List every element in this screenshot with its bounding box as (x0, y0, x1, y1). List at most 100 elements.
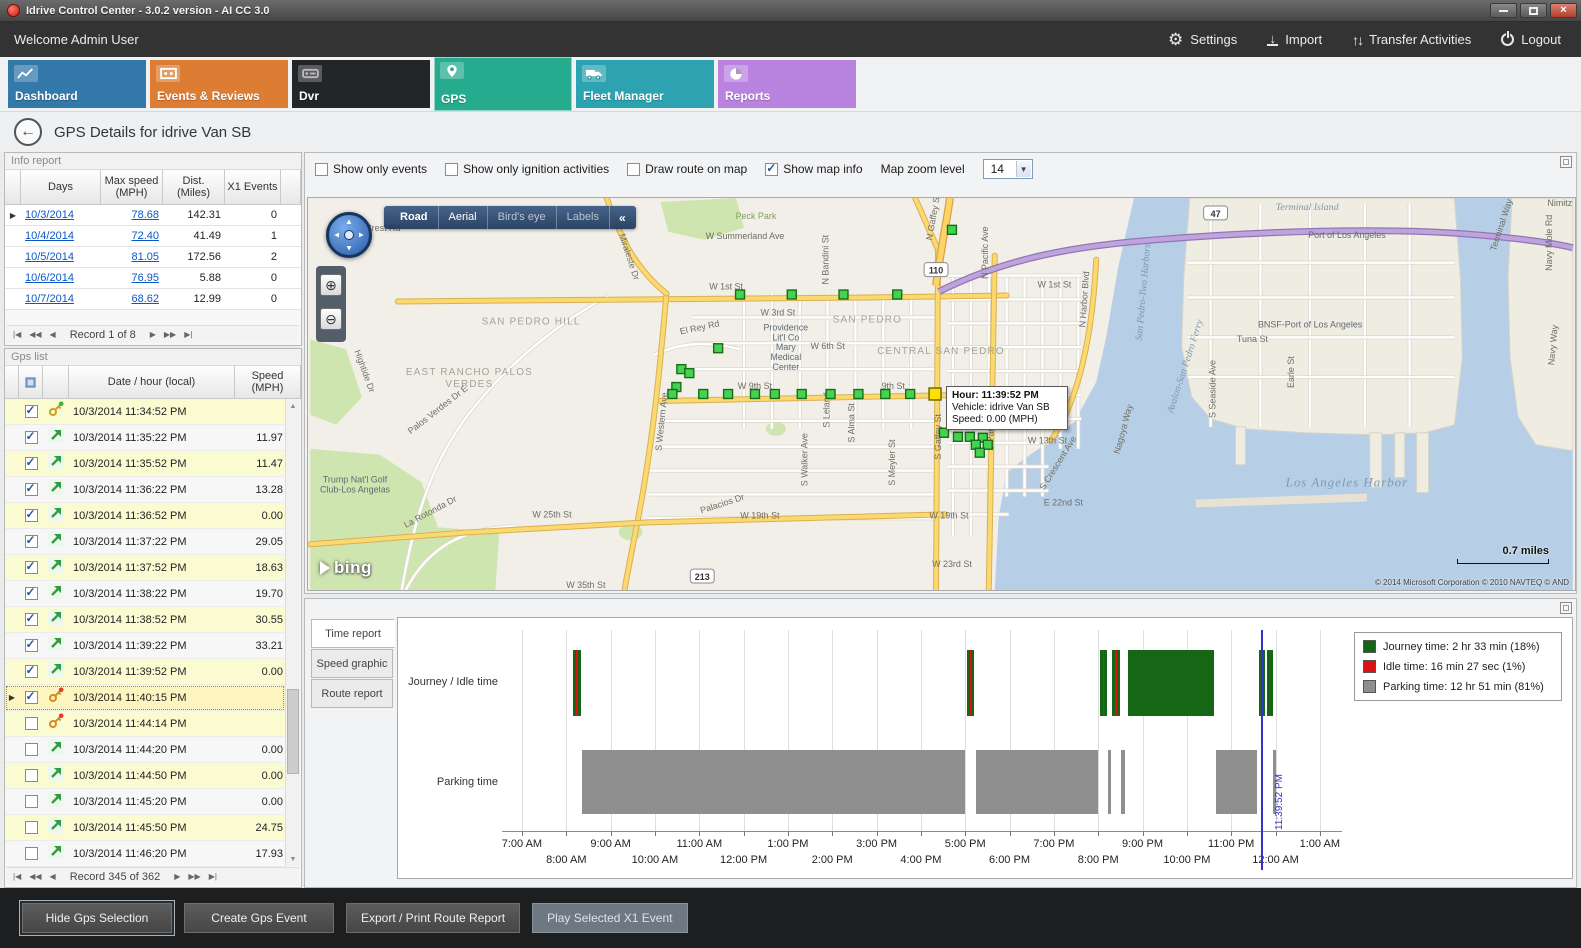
pan-west-icon[interactable]: ▲ (333, 231, 341, 239)
row-checkbox[interactable] (25, 691, 38, 704)
route-marker[interactable] (668, 390, 677, 399)
row-checkbox[interactable] (25, 639, 38, 652)
checkbox[interactable] (627, 163, 640, 176)
tab-route-report[interactable]: Route report (311, 679, 393, 708)
map[interactable]: Crest RdPeck ParkW Summerland AveMirales… (307, 197, 1576, 591)
gps-row[interactable]: 10/3/2014 11:44:14 PM (5, 711, 285, 737)
nav-tab-dashboard[interactable]: Dashboard (8, 60, 146, 108)
prev-page-button[interactable]: ◀ (48, 330, 58, 339)
row-checkbox[interactable] (25, 769, 38, 782)
info-report-row[interactable]: 10/3/201478.68142.310 (5, 205, 301, 226)
nav-tab-events-reviews[interactable]: Events & Reviews (150, 60, 288, 108)
menubar-action-import[interactable]: ↓Import (1267, 32, 1322, 47)
day-link[interactable]: 10/4/2014 (25, 230, 74, 242)
pan-south-icon[interactable]: ▲ (345, 244, 353, 252)
route-marker[interactable] (826, 390, 835, 399)
row-checkbox[interactable] (25, 847, 38, 860)
prev-group-button[interactable]: ◀◀ (27, 330, 43, 339)
gps-list-scrollbar[interactable]: ▲ ▼ (285, 399, 300, 866)
info-report-row[interactable]: 10/5/201481.05172.562 (5, 247, 301, 268)
row-checkbox[interactable] (25, 431, 38, 444)
nav-tab-dvr[interactable]: Dvr (292, 60, 430, 108)
nav-tab-reports[interactable]: Reports (718, 60, 856, 108)
route-marker[interactable] (881, 390, 890, 399)
last-page-button[interactable]: ▶| (207, 872, 219, 881)
next-page-button[interactable]: ▶ (148, 330, 158, 339)
gps-row[interactable]: 10/3/2014 11:38:22 PM19.70 (5, 581, 285, 607)
route-marker[interactable] (953, 432, 962, 441)
prev-group-button[interactable]: ◀◀ (27, 872, 43, 881)
map-zoom-level-select[interactable]: 14▼ (983, 159, 1033, 179)
map-mode-labels[interactable]: Labels (557, 206, 610, 229)
gps-row[interactable]: 10/3/2014 11:44:20 PM0.00 (5, 737, 285, 763)
maximize-button[interactable] (1520, 3, 1547, 18)
day-link[interactable]: 10/7/2014 (25, 293, 74, 305)
row-checkbox[interactable] (25, 509, 38, 522)
route-marker[interactable] (699, 390, 708, 399)
map-mode-aerial[interactable]: Aerial (439, 206, 488, 229)
scroll-up-icon[interactable]: ▲ (286, 399, 300, 413)
map-option-show-map-info[interactable]: Show map info (765, 162, 862, 176)
checkbox[interactable] (315, 163, 328, 176)
row-checkbox[interactable] (25, 535, 38, 548)
back-button[interactable]: ← (14, 118, 42, 146)
max-speed-link[interactable]: 76.95 (131, 272, 159, 284)
row-checkbox[interactable] (25, 405, 38, 418)
max-speed-link[interactable]: 78.68 (131, 209, 159, 221)
max-speed-link[interactable]: 68.62 (131, 293, 159, 305)
row-checkbox[interactable] (25, 483, 38, 496)
first-page-button[interactable]: |◀ (11, 872, 23, 881)
day-link[interactable]: 10/6/2014 (25, 272, 74, 284)
route-marker[interactable] (736, 290, 745, 299)
hide-gps-selection-button[interactable]: Hide Gps Selection (22, 903, 172, 933)
row-checkbox[interactable] (25, 613, 38, 626)
row-checkbox[interactable] (25, 717, 38, 730)
gps-row[interactable]: 10/3/2014 11:39:52 PM0.00 (5, 659, 285, 685)
close-button[interactable]: × (1550, 3, 1577, 18)
route-marker[interactable] (906, 390, 915, 399)
nav-tab-fleet-manager[interactable]: Fleet Manager (576, 60, 714, 108)
gps-row[interactable]: 10/3/2014 11:45:20 PM0.00 (5, 789, 285, 815)
gps-row[interactable]: 10/3/2014 11:38:52 PM30.55 (5, 607, 285, 633)
route-marker[interactable] (947, 225, 956, 234)
map-mode-bird-s-eye[interactable]: Bird's eye (488, 206, 557, 229)
gps-row[interactable]: 10/3/2014 11:39:22 PM33.21 (5, 633, 285, 659)
gps-row[interactable]: 10/3/2014 11:35:22 PM11.97 (5, 425, 285, 451)
route-marker[interactable] (854, 390, 863, 399)
next-group-button[interactable]: ▶▶ (162, 330, 178, 339)
gps-row[interactable]: 10/3/2014 11:44:50 PM0.00 (5, 763, 285, 789)
menubar-action-settings[interactable]: ⚙Settings (1168, 31, 1237, 48)
nav-tab-gps[interactable]: GPS (434, 57, 572, 111)
gps-row[interactable]: 10/3/2014 11:37:52 PM18.63 (5, 555, 285, 581)
route-marker[interactable] (714, 344, 723, 353)
route-marker[interactable] (787, 290, 796, 299)
route-marker[interactable] (839, 290, 848, 299)
route-marker[interactable] (750, 390, 759, 399)
zoom-out-button[interactable]: ⊖ (320, 308, 342, 330)
route-marker-selected[interactable] (929, 388, 941, 400)
collapse-chart-panel-button[interactable] (1560, 602, 1572, 614)
row-checkbox[interactable] (25, 561, 38, 574)
map-option-show-only-ignition-activities[interactable]: Show only ignition activities (445, 162, 609, 176)
route-marker[interactable] (975, 448, 984, 457)
collapse-map-panel-button[interactable] (1560, 156, 1572, 168)
first-page-button[interactable]: |◀ (11, 330, 23, 339)
route-marker[interactable] (770, 390, 779, 399)
row-checkbox[interactable] (25, 795, 38, 808)
menubar-action-transfer-activities[interactable]: ↑↓Transfer Activities (1352, 32, 1471, 48)
prev-page-button[interactable]: ◀ (48, 872, 58, 881)
map-canvas[interactable]: Crest RdPeck ParkW Summerland AveMirales… (308, 198, 1575, 590)
gps-row[interactable]: 10/3/2014 11:36:52 PM0.00 (5, 503, 285, 529)
last-page-button[interactable]: ▶| (182, 330, 194, 339)
map-option-draw-route-on-map[interactable]: Draw route on map (627, 162, 747, 176)
gps-row[interactable]: 10/3/2014 11:45:50 PM24.75 (5, 815, 285, 841)
menubar-action-logout[interactable]: Logout (1501, 32, 1561, 47)
route-marker[interactable] (685, 369, 694, 378)
pan-east-icon[interactable]: ▲ (357, 231, 365, 239)
export-print-route-report-button[interactable]: Export / Print Route Report (346, 903, 520, 933)
gps-row[interactable]: 10/3/2014 11:40:15 PM (5, 685, 285, 711)
gps-row[interactable]: 10/3/2014 11:36:22 PM13.28 (5, 477, 285, 503)
max-speed-link[interactable]: 72.40 (131, 230, 159, 242)
collapse-modebar-icon[interactable]: « (610, 211, 630, 225)
pan-north-icon[interactable]: ▲ (345, 218, 353, 226)
